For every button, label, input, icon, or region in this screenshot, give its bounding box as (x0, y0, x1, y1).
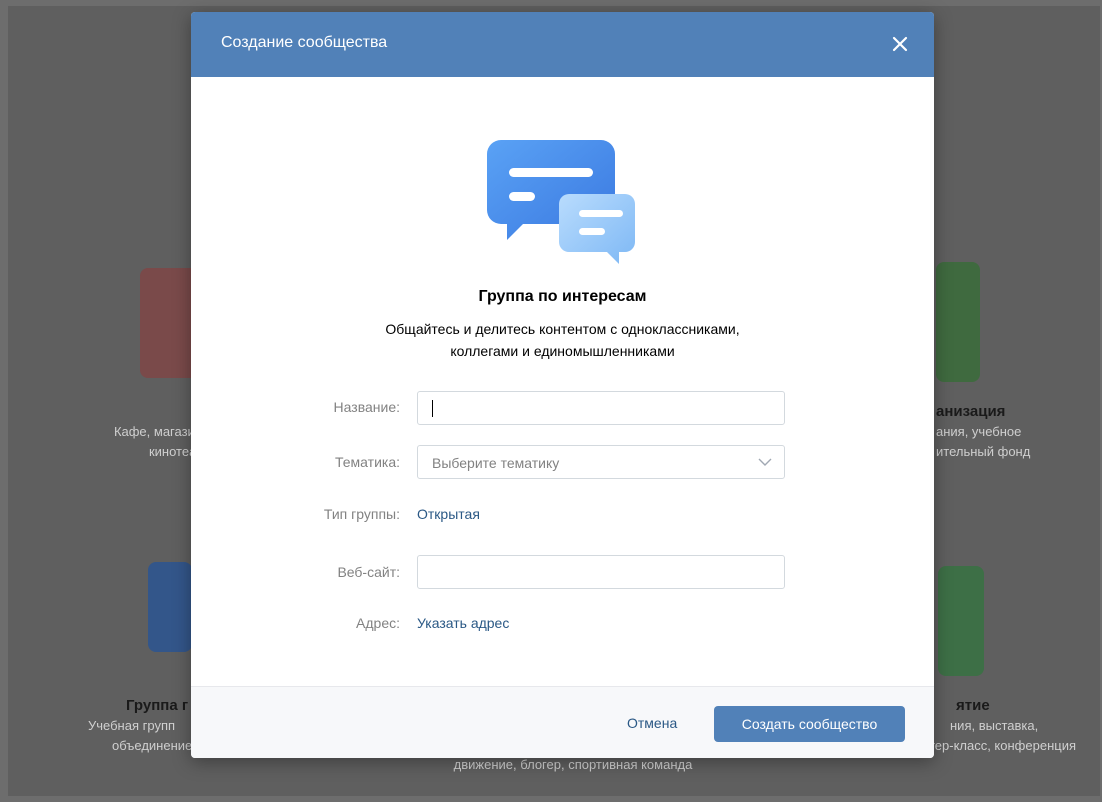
address-label: Адрес: (356, 615, 400, 631)
close-icon (892, 36, 908, 52)
topic-select-placeholder: Выберите тематику (432, 455, 560, 471)
modal-header: Создание сообщества (191, 12, 934, 77)
organization-card-desc-1: ания, учебное (936, 424, 1022, 439)
community-type-description: Общайтесь и делитесь контентом с однокла… (191, 318, 934, 362)
business-card-title: Б (82, 402, 202, 422)
create-community-button[interactable]: Создать сообщество (714, 706, 905, 742)
chat-bubbles-icon (487, 140, 635, 264)
organization-card: анизация ания, учебное ительный фонд (936, 402, 1086, 462)
close-button[interactable] (888, 32, 912, 56)
website-label: Веб-сайт: (337, 564, 400, 580)
create-community-modal: Создание сообщества Группа по интересам … (191, 12, 934, 758)
name-label: Название: (333, 399, 400, 415)
business-card: Б Кафе, магазин кинотеат (82, 402, 202, 462)
modal-title: Создание сообщества (221, 34, 388, 51)
business-card-desc-2: кинотеат (148, 444, 202, 459)
description-line-1: Общайтесь и делитесь контентом с однокла… (385, 321, 740, 337)
cancel-button[interactable]: Отмена (627, 715, 677, 731)
group-type-label: Тип группы: (323, 506, 400, 522)
public-page-card-desc: движение, блогер, спортивная команда (453, 757, 693, 772)
name-input[interactable] (417, 391, 785, 425)
group-type-link[interactable]: Открытая (417, 506, 480, 522)
chevron-down-icon (758, 458, 772, 466)
community-type-heading: Группа по интересам (478, 288, 647, 305)
text-caret (432, 400, 433, 417)
organization-illustration (936, 262, 980, 382)
topic-select[interactable]: Выберите тематику (417, 445, 785, 479)
public-page-card: движение, блогер, спортивная команда (408, 755, 738, 775)
description-line-2: коллегами и единомышленниками (450, 343, 675, 359)
website-input[interactable] (417, 555, 785, 589)
event-illustration (938, 566, 984, 676)
business-card-desc-1: Кафе, магазин (113, 424, 202, 439)
topic-label: Тематика: (335, 454, 400, 470)
interest-group-illustration (148, 562, 192, 652)
modal-footer: Отмена Создать сообщество (191, 686, 934, 758)
organization-card-title: анизация (936, 403, 1006, 420)
organization-card-desc-2: ительный фонд (936, 444, 1031, 459)
address-link[interactable]: Указать адрес (417, 615, 509, 631)
